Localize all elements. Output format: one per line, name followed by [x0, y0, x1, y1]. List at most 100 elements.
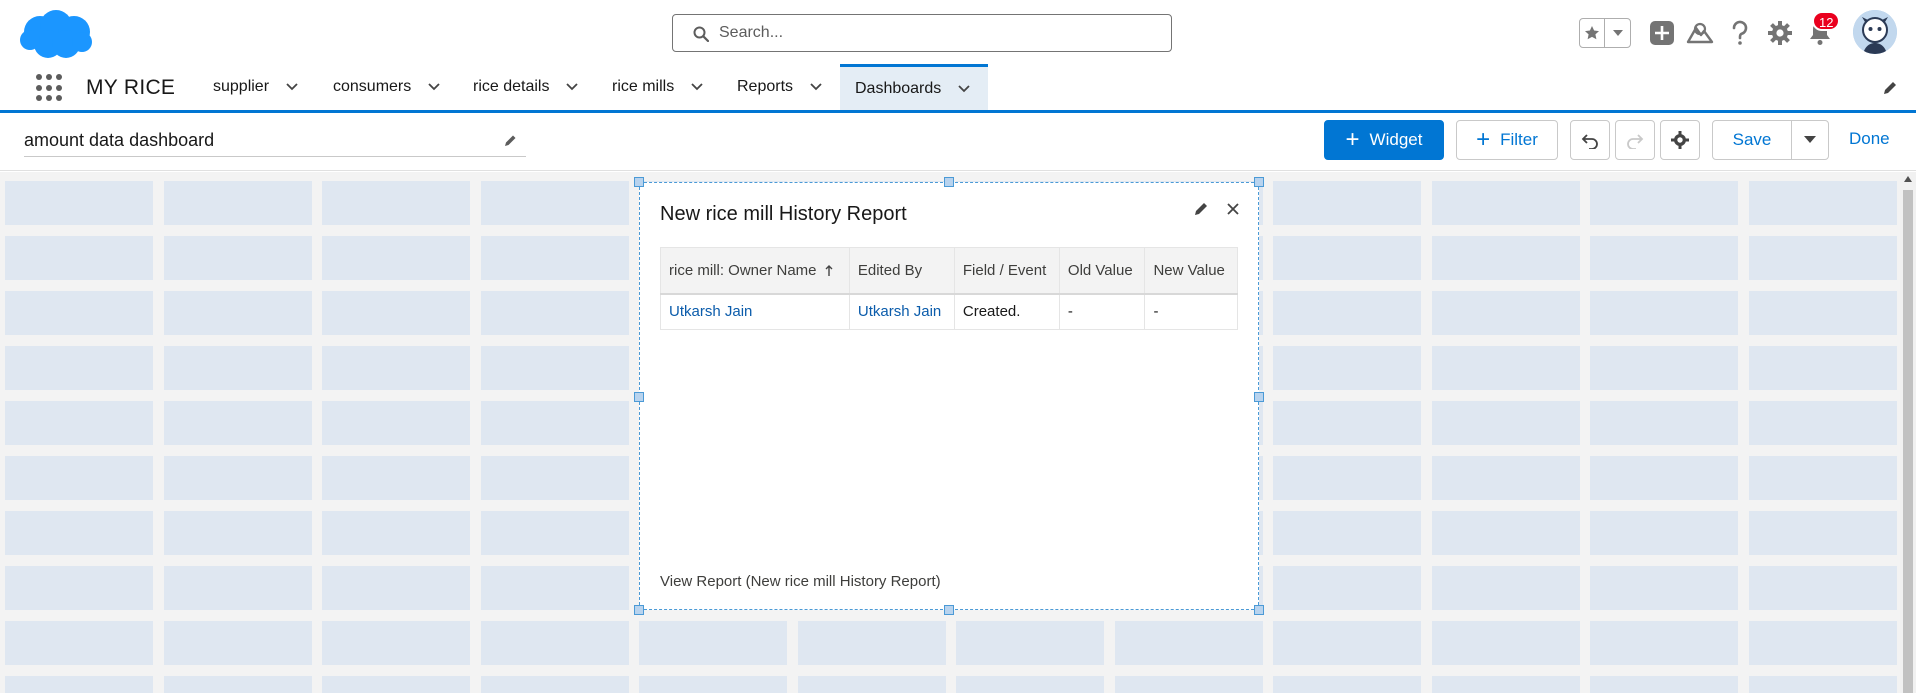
add-filter-label: Filter — [1500, 130, 1538, 149]
grid-placeholder-cell — [5, 456, 153, 500]
global-actions-add-icon[interactable] — [1648, 19, 1676, 47]
grid-placeholder-cell — [1590, 236, 1738, 280]
resize-handle-bottom-left[interactable] — [634, 605, 644, 615]
edited-by-link[interactable]: Utkarsh Jain — [858, 303, 941, 320]
nav-item-dashboards[interactable]: Dashboards — [840, 64, 988, 110]
resize-handle-bottom[interactable] — [944, 605, 954, 615]
scroll-up-arrow-icon[interactable] — [1904, 176, 1912, 182]
grid-placeholder-cell — [1432, 676, 1580, 693]
notification-count-badge: 12 — [1812, 11, 1841, 31]
edit-widget-pencil-icon[interactable] — [1193, 201, 1209, 217]
vertical-scrollbar[interactable] — [1900, 172, 1916, 693]
chevron-down-icon[interactable] — [285, 80, 299, 94]
grid-placeholder-cell — [322, 346, 470, 390]
grid-placeholder-cell — [1432, 511, 1580, 555]
grid-placeholder-cell — [481, 181, 629, 225]
view-report-link[interactable]: View Report (New rice mill History Repor… — [660, 573, 941, 590]
grid-placeholder-cell — [164, 291, 312, 335]
grid-placeholder-cell — [1590, 511, 1738, 555]
nav-item-rice-details[interactable]: rice details — [473, 64, 579, 110]
grid-placeholder-cell — [1590, 401, 1738, 445]
add-widget-button[interactable]: + Widget — [1324, 120, 1444, 160]
global-search[interactable] — [672, 14, 1172, 52]
resize-handle-left[interactable] — [634, 392, 644, 402]
resize-handle-bottom-right[interactable] — [1254, 605, 1264, 615]
grid-placeholder-cell — [164, 511, 312, 555]
column-header[interactable]: New Value — [1144, 247, 1238, 295]
column-header[interactable]: rice mill: Owner Name — [660, 247, 850, 295]
properties-button[interactable] — [1660, 120, 1700, 160]
edit-nav-pencil-icon[interactable] — [1882, 80, 1898, 96]
chevron-down-icon[interactable] — [565, 80, 579, 94]
column-header[interactable]: Old Value — [1058, 247, 1146, 295]
table-cell: Utkarsh Jain — [660, 293, 850, 330]
grid-placeholder-cell — [1590, 346, 1738, 390]
chevron-down-icon[interactable] — [809, 80, 823, 94]
grid-placeholder-cell — [5, 181, 153, 225]
grid-placeholder-cell — [164, 566, 312, 610]
chevron-down-icon[interactable] — [427, 80, 441, 94]
gear-icon — [1671, 131, 1689, 149]
favorites-control[interactable] — [1579, 18, 1631, 48]
grid-placeholder-cell — [1749, 511, 1897, 555]
add-filter-button[interactable]: + Filter — [1456, 120, 1558, 160]
column-header[interactable]: Edited By — [848, 247, 955, 295]
salesforce-logo[interactable] — [18, 8, 94, 60]
done-button[interactable]: Done — [1849, 129, 1890, 149]
undo-button[interactable] — [1570, 120, 1610, 160]
nav-item-rice-mills[interactable]: rice mills — [612, 64, 704, 110]
edit-pencil-icon[interactable] — [504, 133, 518, 147]
save-button[interactable]: Save — [1712, 120, 1792, 160]
table-header-row: rice mill: Owner Name Edited By Field / … — [660, 247, 1238, 295]
resize-handle-right[interactable] — [1254, 392, 1264, 402]
nav-item-reports[interactable]: Reports — [737, 64, 823, 110]
chevron-down-icon[interactable] — [957, 82, 971, 96]
grid-placeholder-cell — [1590, 456, 1738, 500]
favorites-star-icon[interactable] — [1580, 19, 1605, 47]
nav-item-supplier[interactable]: supplier — [213, 64, 299, 110]
grid-placeholder-cell — [956, 676, 1104, 693]
grid-placeholder-cell — [1273, 291, 1421, 335]
dashboard-name-field[interactable]: amount data dashboard — [24, 127, 526, 157]
trailhead-icon[interactable] — [1686, 19, 1714, 47]
close-icon[interactable] — [1225, 201, 1241, 217]
add-widget-label: Widget — [1369, 130, 1423, 149]
grid-placeholder-cell — [639, 621, 787, 665]
grid-placeholder-cell — [322, 181, 470, 225]
chevron-down-icon[interactable] — [690, 80, 704, 94]
app-launcher-icon[interactable] — [36, 74, 64, 102]
grid-placeholder-cell — [1432, 181, 1580, 225]
grid-placeholder-cell — [5, 401, 153, 445]
redo-button[interactable] — [1615, 120, 1655, 160]
widget-title: New rice mill History Report — [660, 203, 907, 225]
grid-placeholder-cell — [5, 291, 153, 335]
user-avatar[interactable] — [1853, 10, 1897, 54]
dashboard-editor-toolbar: amount data dashboard + Widget + Filter … — [0, 113, 1916, 171]
grid-placeholder-cell — [1749, 236, 1897, 280]
save-menu-button[interactable] — [1791, 120, 1829, 160]
resize-handle-top[interactable] — [944, 177, 954, 187]
column-header[interactable]: Field / Event — [953, 247, 1060, 295]
favorites-dropdown-icon[interactable] — [1605, 19, 1630, 47]
grid-placeholder-cell — [1590, 621, 1738, 665]
owner-link[interactable]: Utkarsh Jain — [669, 303, 752, 320]
search-input[interactable] — [719, 21, 1159, 45]
chevron-down-icon — [1804, 136, 1816, 143]
nav-item-consumers[interactable]: consumers — [333, 64, 441, 110]
grid-placeholder-cell — [322, 621, 470, 665]
help-icon[interactable] — [1726, 19, 1754, 47]
grid-placeholder-cell — [1749, 346, 1897, 390]
grid-placeholder-cell — [481, 621, 629, 665]
grid-placeholder-cell — [322, 236, 470, 280]
setup-gear-icon[interactable] — [1766, 19, 1794, 47]
report-widget[interactable]: New rice mill History Report rice mill: … — [634, 177, 1264, 615]
nav-item-label: rice details — [473, 78, 550, 95]
nav-item-label: Reports — [737, 78, 794, 95]
resize-handle-top-right[interactable] — [1254, 177, 1264, 187]
resize-handle-top-left[interactable] — [634, 177, 644, 187]
grid-placeholder-cell — [639, 676, 787, 693]
search-icon — [693, 26, 709, 42]
grid-placeholder-cell — [5, 346, 153, 390]
scrollbar-thumb[interactable] — [1903, 190, 1913, 693]
grid-placeholder-cell — [164, 621, 312, 665]
